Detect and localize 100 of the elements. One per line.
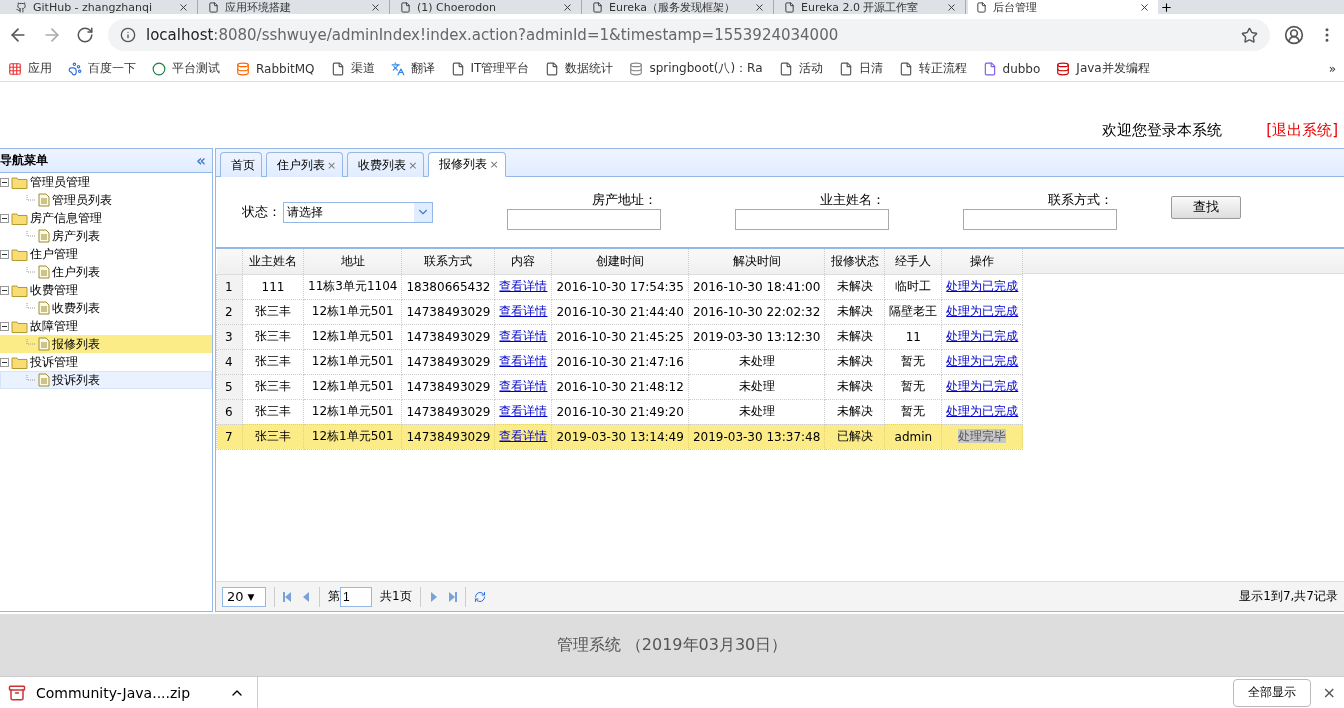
- bookmark-link[interactable]: 日清: [838, 60, 883, 77]
- bookmark-link[interactable]: 翻译: [390, 60, 435, 77]
- table-cell: 未处理: [688, 349, 825, 374]
- close-icon[interactable]: [754, 1, 765, 13]
- browser-tab[interactable]: Eureka（服务发现框架）: [584, 0, 774, 14]
- profile-icon[interactable]: [1284, 25, 1304, 45]
- tree-toggle-icon[interactable]: [0, 249, 9, 259]
- column-header[interactable]: 创建时间: [551, 249, 689, 274]
- column-header[interactable]: 解决时间: [688, 249, 825, 274]
- column-header[interactable]: 内容: [494, 249, 552, 274]
- tree-node[interactable]: 管理员管理: [0, 173, 212, 191]
- tree-node[interactable]: 投诉管理: [0, 353, 212, 371]
- table-cell: 14738493029: [401, 349, 495, 374]
- tree-toggle-icon[interactable]: [0, 213, 9, 223]
- page-size-select[interactable]: 20 ▼: [222, 586, 266, 607]
- file-icon: [38, 265, 50, 279]
- column-header[interactable]: 报修状态: [824, 249, 885, 274]
- table-cell: 2019-03-30 13:12:30: [688, 324, 825, 349]
- tree-leaf[interactable]: 收费列表: [0, 299, 212, 317]
- page-icon: [208, 1, 219, 13]
- table-cell: 未解决: [824, 324, 885, 349]
- tree-label: 管理员管理: [30, 173, 90, 191]
- close-icon[interactable]: [946, 1, 957, 13]
- table-cell: 未解决: [824, 349, 885, 374]
- column-header[interactable]: 业主姓名: [242, 249, 304, 274]
- table-cell: 14738493029: [401, 374, 495, 399]
- file-icon: [38, 337, 50, 351]
- page-tab[interactable]: 首页: [220, 152, 262, 177]
- tree-node[interactable]: 房产信息管理: [0, 209, 212, 227]
- more-bookmarks[interactable]: »: [1328, 61, 1336, 76]
- file-icon: [38, 301, 50, 315]
- page-field[interactable]: 1: [340, 586, 372, 607]
- logout-link[interactable]: [退出系统]: [1266, 121, 1338, 140]
- column-header[interactable]: 经手人: [884, 249, 942, 274]
- url-text: localhost:8080/sshwuye/adminIndex!index.action?adminId=1&timestamp=1553924034000: [146, 26, 839, 44]
- new-tab-icon[interactable]: [1160, 1, 1173, 14]
- collapse-button[interactable]: «: [196, 151, 206, 170]
- column-header[interactable]: 地址: [303, 249, 402, 274]
- bookmark-link[interactable]: IT管理平台: [450, 60, 530, 77]
- tree-node[interactable]: 住户管理: [0, 245, 212, 263]
- refresh-icon[interactable]: [473, 590, 486, 603]
- bookmark-link[interactable]: 数据统计: [545, 60, 614, 77]
- filter-field[interactable]: [963, 208, 1117, 230]
- close-button[interactable]: ×: [1322, 683, 1336, 702]
- status-label: 状态：: [242, 203, 281, 221]
- close-icon[interactable]: [562, 1, 573, 13]
- browser-tab[interactable]: (1) Choerodon: [392, 0, 582, 14]
- filter-label: 业主姓名：: [820, 190, 885, 209]
- page-tab[interactable]: 住户列表 ×: [266, 152, 344, 177]
- close-icon[interactable]: [1139, 1, 1150, 13]
- table-cell: 2016-10-30 21:45:25: [551, 324, 689, 349]
- address-bar[interactable]: localhost:8080/sshwuye/adminIndex!index.action?adminId=1&timestamp=1553924034000: [108, 19, 1270, 51]
- tree-leaf[interactable]: 投诉列表: [0, 371, 212, 389]
- close-icon[interactable]: [370, 1, 381, 13]
- search-button[interactable]: 查找: [1171, 195, 1241, 219]
- tree-toggle-icon[interactable]: [0, 177, 9, 187]
- table-cell: 张三丰: [242, 299, 304, 324]
- bookmark-link[interactable]: 渠道: [330, 60, 375, 77]
- download-file[interactable]: Community-Java....zip: [36, 684, 191, 701]
- filter-field[interactable]: [735, 208, 889, 230]
- tree-node[interactable]: 收费管理: [0, 281, 212, 299]
- bookmark-link[interactable]: RabbitMQ: [236, 61, 315, 76]
- star-icon[interactable]: [1241, 26, 1258, 44]
- table-cell: 未解决: [824, 374, 885, 399]
- bookmark-link[interactable]: dubbo: [982, 61, 1041, 76]
- bookmark-link[interactable]: Java并发编程: [1056, 60, 1150, 77]
- bookmark-link[interactable]: 百度一下: [68, 60, 136, 77]
- bookmark-link[interactable]: 应用: [8, 60, 52, 77]
- status-select[interactable]: 请选择: [283, 201, 433, 223]
- bookmark-link[interactable]: 活动: [778, 60, 823, 77]
- column-header[interactable]: 联系方式: [401, 249, 495, 274]
- table-cell: 暂无: [884, 374, 942, 399]
- bookmark-link[interactable]: springboot(八)：Ra: [629, 60, 763, 77]
- tree-leaf[interactable]: 房产列表: [0, 227, 212, 245]
- file-icon: [38, 193, 50, 207]
- tree-leaf[interactable]: 报修列表: [0, 335, 212, 353]
- tree-leaf[interactable]: 住户列表: [0, 263, 212, 281]
- tree-leaf[interactable]: 管理员列表: [0, 191, 212, 209]
- browser-tab[interactable]: 后台管理: [968, 0, 1158, 14]
- page-tab[interactable]: 收费列表 ×: [347, 152, 425, 177]
- table-cell: 2016-10-30 22:02:32: [688, 299, 825, 324]
- browser-tab[interactable]: 应用环境搭建: [200, 0, 390, 14]
- browser-tab[interactable]: GitHub - zhangzhanqi: [8, 0, 198, 14]
- tree-toggle-icon[interactable]: [0, 357, 9, 367]
- table-cell: 隔壁老王: [884, 299, 942, 324]
- tree-label: 住户管理: [30, 245, 78, 263]
- filter-field[interactable]: [507, 208, 661, 230]
- table-cell: 12栋1单元501: [303, 324, 402, 349]
- column-header[interactable]: 操作: [941, 249, 1023, 274]
- bookmark-link[interactable]: 转正流程: [898, 60, 967, 77]
- tree-toggle-icon[interactable]: [0, 321, 9, 331]
- tree-toggle-icon[interactable]: [0, 285, 9, 295]
- page-tab[interactable]: 报修列表 ×: [428, 152, 506, 177]
- bookmark-link[interactable]: 平台测试: [152, 60, 220, 77]
- tree-node[interactable]: 故障管理: [0, 317, 212, 335]
- reload-icon[interactable]: [76, 26, 94, 44]
- close-icon[interactable]: [178, 1, 189, 13]
- table-cell: 12栋1单元501: [303, 374, 402, 399]
- show-all-button[interactable]: 全部显示: [1232, 678, 1311, 707]
- browser-tab[interactable]: Eureka 2.0 开源工作室: [776, 0, 966, 14]
